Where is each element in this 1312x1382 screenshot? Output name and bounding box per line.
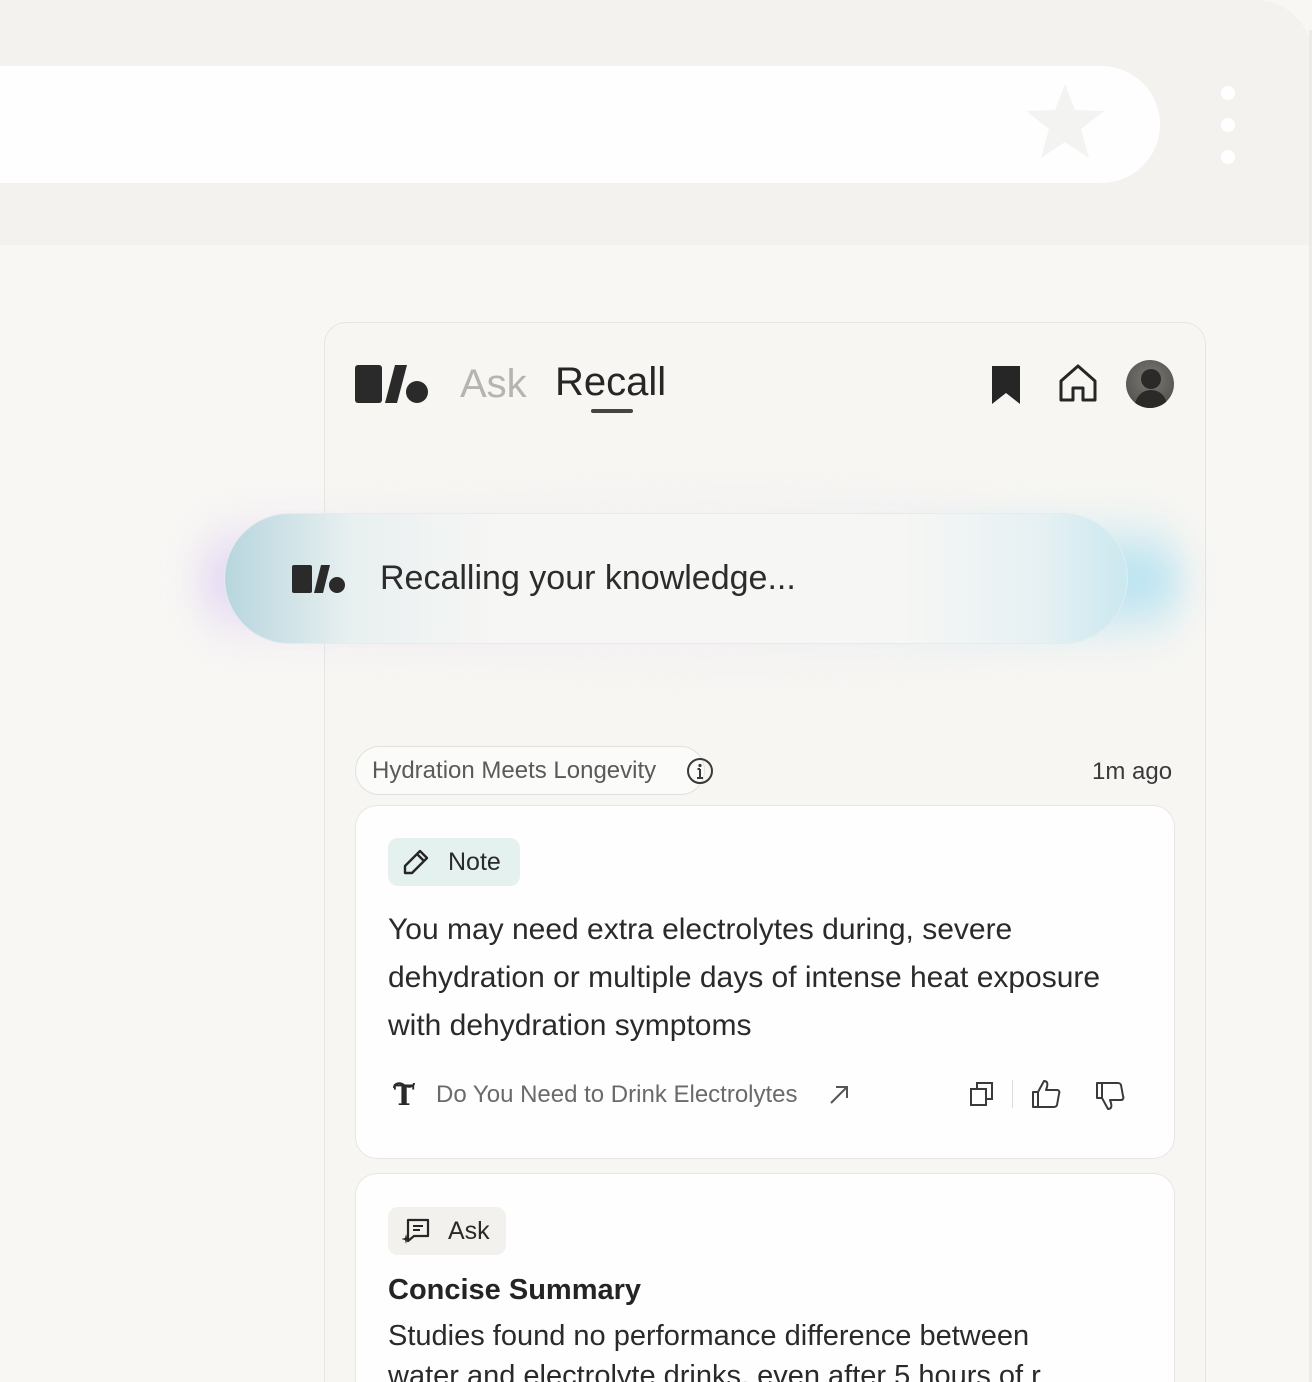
recall-status-text: Recalling your knowledge... xyxy=(380,559,796,597)
source-logo: T xyxy=(393,1080,415,1110)
active-tab-indicator xyxy=(591,409,633,413)
thumbs-down-icon[interactable] xyxy=(1094,1080,1126,1112)
topic-chip[interactable]: Hydration Meets Longevity xyxy=(355,746,706,795)
avatar[interactable] xyxy=(1126,360,1174,408)
bookmark-icon[interactable] xyxy=(990,364,1022,406)
note-badge-label: Note xyxy=(448,848,501,876)
chat-sparkle-icon xyxy=(402,1218,430,1244)
info-icon[interactable] xyxy=(686,757,714,785)
address-bar[interactable] xyxy=(0,66,1160,183)
app-logo xyxy=(355,365,428,403)
summary-text: Studies found no performance difference … xyxy=(388,1316,1148,1382)
summary-line-2: water and electrolyte drinks, even after… xyxy=(388,1360,1041,1382)
note-badge: Note xyxy=(388,838,520,886)
tab-recall[interactable]: Recall xyxy=(555,360,666,405)
summary-title: Concise Summary xyxy=(388,1274,642,1306)
ask-badge: Ask xyxy=(388,1207,506,1255)
copy-icon[interactable] xyxy=(968,1080,996,1108)
action-divider xyxy=(1012,1080,1013,1108)
star-icon[interactable] xyxy=(1022,80,1108,162)
thumbs-up-icon[interactable] xyxy=(1030,1078,1062,1110)
pencil-icon xyxy=(403,849,429,875)
tab-ask[interactable]: Ask xyxy=(460,362,527,407)
source-link[interactable]: Do You Need to Drink Electrolytes xyxy=(436,1081,798,1109)
summary-line-1: Studies found no performance difference … xyxy=(388,1320,1030,1352)
ask-badge-label: Ask xyxy=(448,1217,490,1245)
note-text: You may need extra electrolytes during, … xyxy=(388,913,1101,1042)
home-icon[interactable] xyxy=(1057,362,1099,404)
external-link-icon[interactable] xyxy=(828,1084,850,1106)
app-logo xyxy=(292,565,345,593)
kebab-menu-icon[interactable] xyxy=(1218,86,1238,168)
timestamp: 1m ago xyxy=(1092,758,1173,785)
